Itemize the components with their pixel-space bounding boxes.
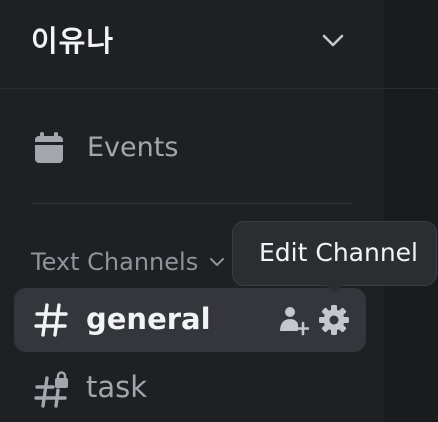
divider [31,203,352,204]
hash-icon [34,303,68,337]
channel-name: task [86,370,148,404]
server-name: 이유나 [31,24,115,58]
tooltip-label: Edit Channel [259,238,418,267]
gear-icon[interactable] [318,304,350,336]
category-label: Text Channels [31,248,199,276]
hash-lock-icon [34,371,68,408]
chevron-down-icon [210,258,224,266]
events-item[interactable]: Events [31,126,361,172]
channel-name: general [86,302,211,336]
text-channels-category[interactable]: Text Channels [31,248,251,278]
invite-member-icon[interactable] [277,304,309,336]
channel-item-general[interactable]: general [14,288,366,352]
channel-item-task[interactable]: task [14,360,366,418]
chevron-down-icon[interactable] [320,30,346,50]
calendar-icon [35,132,63,163]
tooltip-arrow [325,284,343,293]
edit-channel-tooltip: Edit Channel [232,221,437,293]
events-label: Events [87,132,179,163]
server-header[interactable]: 이유나 [0,0,438,89]
